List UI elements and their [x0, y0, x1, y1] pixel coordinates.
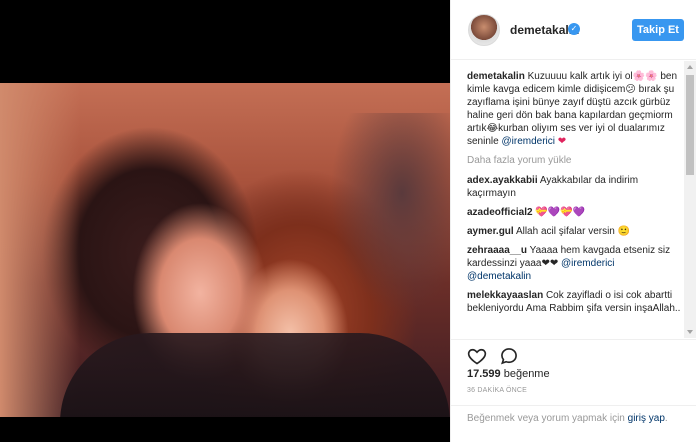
comment-item: melekkayaaslan Cok zayifladi o isi cok a… [467, 289, 681, 315]
comment-username[interactable]: adex.ayakkabii [467, 175, 538, 186]
post-photo[interactable] [0, 83, 450, 417]
comment-username[interactable]: azadeofficial2 [467, 207, 533, 218]
caption-username[interactable]: demetakalin [467, 71, 525, 82]
caption-mention[interactable]: @iremderici [501, 136, 555, 147]
comments-scrollbar[interactable] [684, 61, 696, 338]
comment-item: aymer.gul Allah acil şifalar versin 🙂 [467, 225, 681, 238]
post-header: demetakalin ✓ Takip Et [451, 0, 696, 60]
comment-item: zehraaaa__u Yaaaa hem kavgada etseniz si… [467, 244, 681, 283]
verified-badge-icon: ✓ [568, 23, 580, 35]
post-media [0, 0, 450, 442]
scroll-up-arrow-icon[interactable] [687, 65, 693, 69]
caption-heart: ❤ [557, 136, 567, 147]
caption: demetakalin Kuzuuuu kalk artık iyi ol🌸🌸 … [467, 70, 681, 148]
comment-username[interactable]: zehraaaa__u [467, 245, 527, 256]
comment-icon[interactable] [499, 346, 519, 366]
photo-background-left [0, 83, 80, 417]
login-prompt-text: Beğenmek veya yorum yapmak için [467, 413, 625, 424]
comment-text: 💝💜💝💜 [535, 207, 586, 218]
comments-list: demetakalin Kuzuuuu kalk artık iyi ol🌸🌸 … [451, 61, 696, 338]
comment-username[interactable]: melekkayaaslan [467, 290, 543, 301]
photo-clothing [60, 333, 450, 417]
comment-text: Allah acil şifalar versin 🙂 [515, 226, 631, 237]
login-link[interactable]: giriş yap [628, 413, 665, 424]
caption-text: Kuzuuuu kalk artık iyi ol🌸🌸 ben kimle ka… [467, 71, 678, 147]
scrollbar-thumb[interactable] [686, 75, 694, 175]
comment-mention[interactable]: @demetakalin [467, 271, 531, 282]
likes-count[interactable]: 17.599 beğenme [467, 368, 550, 380]
comment-mention[interactable]: @iremderici [561, 258, 615, 269]
comment-username[interactable]: aymer.gul [467, 226, 514, 237]
photo-background-right [330, 113, 450, 313]
scroll-down-arrow-icon[interactable] [687, 330, 693, 334]
comment-item: azadeofficial2 💝💜💝💜 [467, 206, 681, 219]
load-more-comments-button[interactable]: Daha fazla yorum yükle [467, 154, 681, 167]
login-prompt-end: . [664, 413, 668, 424]
login-prompt: Beğenmek veya yorum yapmak için giriş ya… [451, 405, 696, 442]
comment-item: adex.ayakkabii Ayakkabılar da indirim ka… [467, 174, 681, 200]
heart-icon[interactable] [467, 346, 487, 366]
post-timestamp: 36 DAKİKA ÖNCE [467, 387, 527, 394]
likes-label: beğenme [503, 368, 550, 380]
avatar[interactable] [468, 14, 500, 46]
follow-button[interactable]: Takip Et [632, 19, 684, 41]
likes-number: 17.599 [467, 368, 501, 380]
post-side-panel: demetakalin ✓ Takip Et demetakalin Kuzuu… [450, 0, 696, 442]
post-actions: 17.599 beğenme 36 DAKİKA ÖNCE [451, 339, 696, 409]
